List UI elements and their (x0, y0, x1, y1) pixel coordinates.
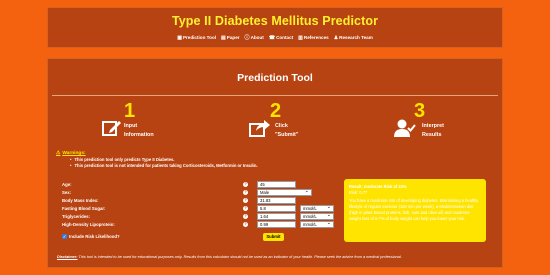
nav-label: Paper (226, 35, 240, 40)
nav-label: References (303, 35, 329, 40)
form-row-bmi: Body Mass Index: ? 31.83 (62, 197, 332, 204)
field-label: Age: (62, 182, 72, 187)
help-icon[interactable]: ? (243, 206, 248, 211)
panel-title: Prediction Tool (237, 72, 313, 84)
step-text: Input Information (124, 123, 154, 138)
form-row-triglycerides: Triglycerides: ? 1.64 mmol/L (62, 212, 334, 220)
warning-item: This prediction tool is not intended for… (70, 163, 257, 169)
nav-references[interactable]: ▥ References (298, 34, 329, 41)
navbar: ▦ Prediction Tool ▤ Paper ⓘ About ☎ Cont… (48, 34, 502, 42)
app-header: Type II Diabetes Mellitus Predictor ▦ Pr… (47, 7, 503, 48)
help-icon[interactable]: ? (243, 214, 248, 219)
include-risk-label: Include Risk Likelihood? (69, 234, 120, 239)
step-number: 1 (124, 100, 136, 122)
nav-label: Prediction Tool (182, 35, 217, 40)
field-label: High-Density Lipoprotein: (62, 222, 115, 227)
sex-select[interactable]: Male (257, 188, 312, 196)
include-risk-row: ✓ Include Risk Likelihood? (62, 234, 120, 239)
field-label: Triglycerides: (62, 214, 90, 219)
nav-research-team[interactable]: ♟ Research Team (334, 34, 373, 41)
nav-about[interactable]: ⓘ About (245, 34, 264, 41)
form-row-fbs: Fasting Blood Sugar: ? 5.8 mmol/L (62, 204, 334, 212)
group-icon: ♟ (333, 34, 339, 41)
book-icon: ▥ (298, 34, 303, 41)
warning-icon: ⚠ (56, 151, 61, 156)
info-icon: ⓘ (244, 35, 250, 41)
edit-icon (102, 119, 122, 142)
hdl-unit-select[interactable]: mmol/L (300, 220, 334, 228)
nav-label: Research Team (339, 35, 373, 40)
form-row-sex: Sex: ? Male (62, 188, 332, 196)
share-icon (249, 119, 271, 142)
document-icon: ▤ (221, 34, 226, 41)
warnings-heading: Warnings: (62, 151, 86, 156)
risk-value: Risk: 0.77 (349, 190, 368, 195)
user-check-icon (394, 119, 416, 142)
help-icon[interactable]: ? (243, 182, 248, 187)
step-text: Click "Submit" (275, 123, 299, 138)
warnings-list: This prediction tool only predicts Type … (70, 157, 257, 169)
disclaimer: Disclaimer: This tool is intended to be … (57, 255, 497, 259)
warnings: ⚠ Warnings: This prediction tool only pr… (56, 151, 258, 169)
step-number: 2 (270, 100, 282, 122)
nav-label: Contact (276, 35, 294, 40)
age-input[interactable]: 45 (257, 181, 296, 188)
nav-prediction-tool[interactable]: ▦ Prediction Tool (177, 34, 216, 41)
form-row-hdl: High-Density Lipoprotein: ? 0.99 mmol/L (62, 220, 334, 228)
submit-button[interactable]: Submit (263, 233, 284, 241)
nav-label: About (250, 35, 264, 40)
bmi-input[interactable]: 31.83 (257, 197, 296, 204)
result-box: Result: moderate Risk of 23% Risk: 0.77 … (344, 179, 486, 242)
nav-contact[interactable]: ☎ Contact (269, 34, 293, 41)
field-label: Fasting Blood Sugar: (62, 206, 106, 211)
result-description: You have a moderate risk of developing d… (349, 198, 479, 221)
app-title: Type II Diabetes Mellitus Predictor (171, 14, 379, 28)
triglycerides-input[interactable]: 1.64 (257, 213, 296, 220)
include-risk-checkbox[interactable]: ✓ (62, 234, 67, 239)
fasting-blood-sugar-input[interactable]: 5.8 (257, 205, 296, 212)
form-row-age: Age: ? 45 (62, 181, 332, 188)
triglycerides-unit-select[interactable]: mmol/L (300, 212, 334, 220)
fbs-unit-select[interactable]: mmol/L (300, 204, 334, 212)
step-text: Interpret Results (422, 123, 444, 138)
disclaimer-label: Disclaimer: (57, 255, 78, 259)
help-icon[interactable]: ? (243, 198, 248, 203)
field-label: Body Mass Index: (62, 198, 99, 203)
help-icon[interactable]: ? (243, 222, 248, 227)
calculator-icon: ▦ (177, 34, 182, 41)
field-label: Sex: (62, 190, 72, 195)
nav-paper[interactable]: ▤ Paper (221, 34, 240, 41)
phone-icon: ☎ (268, 34, 276, 41)
divider (52, 95, 498, 96)
disclaimer-text: This tool is intended to be used for edu… (77, 255, 402, 259)
hdl-input[interactable]: 0.99 (257, 221, 296, 228)
help-icon[interactable]: ? (243, 190, 248, 195)
